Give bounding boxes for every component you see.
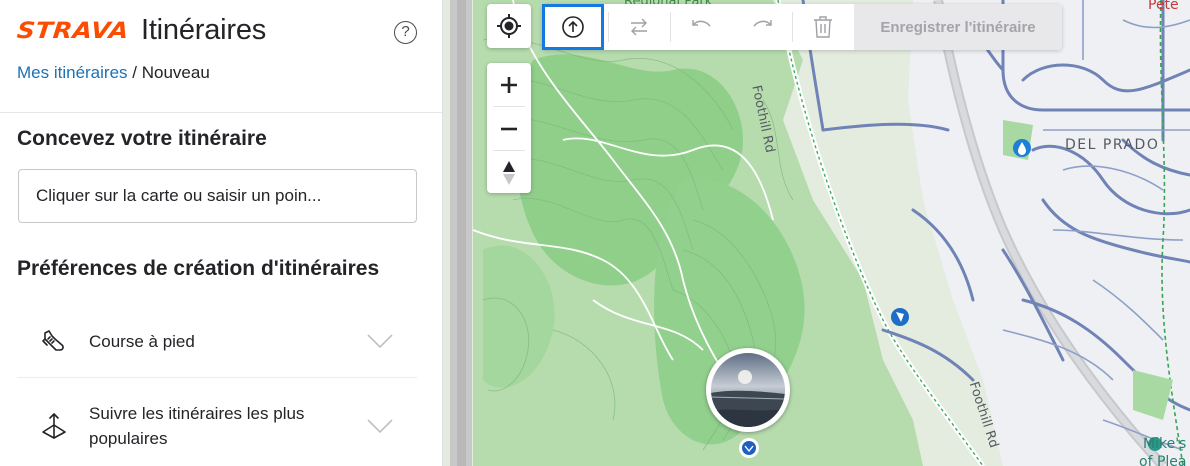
redo-button[interactable]: [732, 4, 794, 50]
trash-icon: [814, 16, 832, 38]
compass-button[interactable]: [487, 151, 531, 194]
delete-route-button[interactable]: [792, 4, 854, 50]
strava-logo[interactable]: STRAVA: [16, 17, 131, 43]
page-title: Itinéraires: [140, 14, 267, 46]
zoom-in-button[interactable]: [487, 63, 531, 106]
chevron-down-icon: [367, 419, 393, 434]
preferences-heading: Préférences de création d'itinéraires: [17, 257, 380, 280]
panel-resize-grip: [457, 0, 466, 466]
preference-popularity-dropdown[interactable]: Suivre les itinéraires les plus populair…: [17, 400, 417, 452]
design-heading: Concevez votre itinéraire: [17, 127, 267, 150]
sidebar: STRAVA Itinéraires ? Mes itinéraires / N…: [0, 0, 443, 466]
swap-icon: [631, 18, 647, 36]
undo-icon: [692, 20, 711, 27]
preference-sport-label: Course à pied: [89, 331, 195, 351]
chevron-down-icon: [367, 334, 393, 349]
save-route-button[interactable]: Enregistrer l'itinéraire: [854, 4, 1062, 50]
header-divider: [0, 112, 442, 113]
lake-photo-thumbnail: [711, 353, 785, 427]
start-photo-marker[interactable]: [706, 348, 790, 432]
map-label-mikes-2: of Plea: [1139, 454, 1187, 466]
map-label-pete: Pete: [1148, 0, 1179, 13]
locate-me-button[interactable]: [487, 4, 531, 48]
swap-direction-button[interactable]: [608, 4, 670, 50]
map-label-del-prado: DEL PRADO: [1065, 137, 1160, 153]
breadcrumb-my-routes-link[interactable]: Mes itinéraires: [17, 63, 128, 82]
map-zoom-controls: [487, 63, 531, 193]
route-map[interactable]: Regional Park Foothill Rd Foothill Rd DE…: [443, 0, 1190, 466]
preference-divider: [17, 377, 417, 378]
preference-popularity-label: Suivre les itinéraires les plus populair…: [89, 404, 305, 448]
map-canvas[interactable]: [443, 0, 1190, 466]
minus-icon: [501, 127, 517, 130]
popularity-icon: [39, 411, 69, 441]
zoom-out-button[interactable]: [487, 107, 531, 150]
breadcrumb: Mes itinéraires / Nouveau: [17, 63, 210, 83]
breadcrumb-current: Nouveau: [141, 63, 210, 82]
breadcrumb-separator: /: [132, 63, 138, 82]
compass-icon: [503, 160, 515, 185]
redo-icon: [753, 20, 772, 27]
preference-sport-dropdown[interactable]: Course à pied: [17, 323, 417, 359]
location-search-input[interactable]: Cliquer sur la carte ou saisir un poin..…: [18, 169, 417, 223]
running-shoe-icon: [39, 326, 69, 356]
crosshair-icon: [497, 14, 521, 38]
plus-icon: [501, 76, 517, 93]
upload-button[interactable]: [542, 4, 604, 50]
map-label-mikes: Mike's: [1143, 436, 1187, 452]
brand-row: STRAVA Itinéraires: [16, 14, 267, 47]
location-search-value: Cliquer sur la carte ou saisir un poin..…: [36, 186, 322, 205]
upload-icon: [562, 16, 584, 38]
undo-button[interactable]: [670, 4, 732, 50]
route-toolbar: Enregistrer l'itinéraire: [542, 4, 1062, 50]
panel-resize-handle[interactable]: [450, 0, 472, 466]
help-icon[interactable]: ?: [394, 21, 417, 44]
